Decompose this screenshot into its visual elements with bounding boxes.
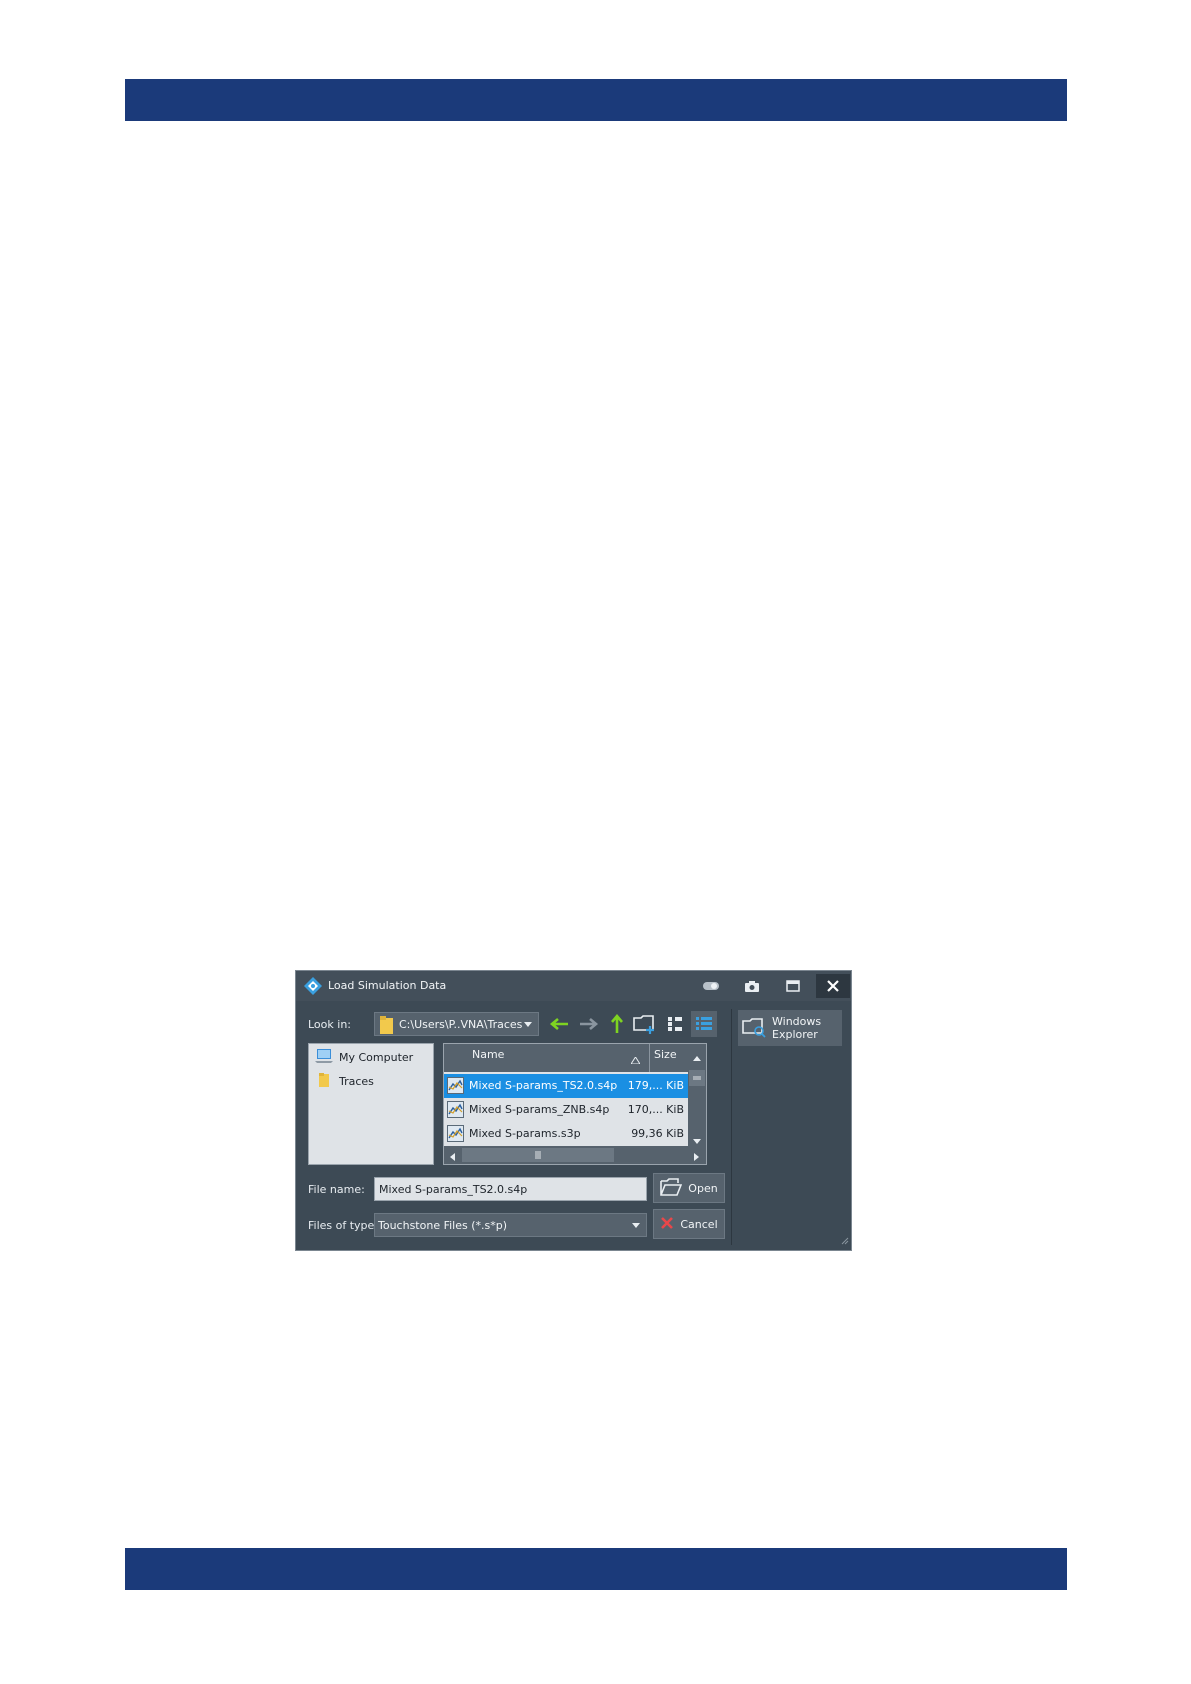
load-simulation-data-dialog: Load Simulation Data Look in: C:\Users\P… (295, 970, 852, 1251)
sort-ascending-icon (630, 1054, 641, 1067)
panel-separator (731, 1009, 732, 1245)
list-view-icon[interactable] (662, 1011, 688, 1037)
look-in-path: C:\Users\P..VNA\Traces (399, 1018, 523, 1031)
folder-tree: My Computer Traces (308, 1043, 434, 1165)
file-row[interactable]: Mixed S-params_TS2.0.s4p 179,... KiB (444, 1074, 688, 1098)
file-list-header: Name Size (444, 1044, 688, 1072)
folder-icon (379, 1015, 395, 1038)
files-of-type-value: Touchstone Files (*.s*p) (378, 1219, 508, 1232)
scroll-right-icon[interactable] (694, 1151, 699, 1164)
horizontal-scrollbar[interactable] (444, 1146, 706, 1164)
close-icon[interactable] (816, 974, 850, 998)
explorer-label-line1: Windows (772, 1015, 822, 1028)
open-button[interactable]: Open (653, 1173, 725, 1203)
explorer-folder-icon (742, 1016, 766, 1041)
files-of-type-label: Files of type: (308, 1219, 379, 1232)
open-button-label: Open (688, 1181, 718, 1195)
forward-arrow-icon[interactable] (576, 1011, 602, 1037)
windows-explorer-label: Windows Explorer (772, 1015, 821, 1041)
maximize-icon[interactable] (776, 974, 810, 998)
cancel-x-icon (660, 1216, 674, 1233)
dialog-title: Load Simulation Data (328, 979, 447, 992)
folder-icon (315, 1072, 333, 1091)
new-folder-icon[interactable] (632, 1011, 658, 1037)
file-name: Mixed S-params.s3p (469, 1127, 581, 1140)
scroll-up-icon[interactable] (693, 1051, 701, 1064)
file-row[interactable]: Mixed S-params_ZNB.s4p 170,... KiB (444, 1098, 688, 1122)
title-bar: Load Simulation Data (296, 971, 851, 1001)
file-name-label: File name: (308, 1183, 365, 1196)
computer-icon (315, 1048, 333, 1067)
column-header-name[interactable]: Name (472, 1048, 504, 1061)
file-size: 170,... KiB (627, 1103, 684, 1116)
explorer-label-line2: Explorer (772, 1028, 818, 1041)
cancel-button[interactable]: Cancel (653, 1209, 725, 1239)
screenshot-icon[interactable] (735, 974, 769, 998)
chevron-down-icon (524, 1022, 532, 1027)
up-folder-arrow-icon[interactable] (604, 1011, 630, 1037)
look-in-label: Look in: (308, 1018, 351, 1031)
horizontal-scroll-thumb[interactable] (462, 1148, 614, 1162)
open-folder-icon (660, 1177, 683, 1199)
footer-band (125, 1548, 1067, 1590)
vertical-scroll-thumb[interactable] (689, 1070, 705, 1086)
app-logo-icon (303, 976, 323, 996)
detail-view-icon[interactable] (691, 1011, 717, 1037)
toggle-icon[interactable] (694, 974, 728, 998)
tree-item-label: Traces (339, 1074, 374, 1088)
vertical-scrollbar[interactable] (688, 1044, 706, 1146)
file-name-value: Mixed S-params_TS2.0.s4p (379, 1183, 528, 1196)
windows-explorer-button[interactable]: Windows Explorer (738, 1010, 842, 1046)
tree-item-label: My Computer (339, 1050, 414, 1064)
header-band (125, 79, 1067, 121)
scroll-left-icon[interactable] (450, 1151, 455, 1164)
tree-item-traces[interactable]: Traces (315, 1071, 374, 1091)
file-list: Name Size Mixed S-params_TS2.0.s4p 179,.… (443, 1043, 707, 1165)
column-divider[interactable] (649, 1044, 650, 1072)
touchstone-file-icon (447, 1101, 464, 1121)
tree-item-my-computer[interactable]: My Computer (315, 1047, 413, 1067)
file-size: 179,... KiB (627, 1079, 684, 1092)
file-name-field[interactable]: Mixed S-params_TS2.0.s4p (374, 1177, 647, 1201)
file-row[interactable]: Mixed S-params.s3p 99,36 KiB (444, 1122, 688, 1146)
resize-grip-icon[interactable] (839, 1235, 849, 1248)
files-of-type-combo[interactable]: Touchstone Files (*.s*p) (374, 1213, 647, 1237)
chevron-down-icon (632, 1223, 640, 1228)
file-size: 99,36 KiB (631, 1127, 684, 1140)
file-name: Mixed S-params_ZNB.s4p (469, 1103, 610, 1116)
cancel-button-label: Cancel (680, 1217, 718, 1231)
file-name: Mixed S-params_TS2.0.s4p (469, 1079, 618, 1092)
touchstone-file-icon (447, 1125, 464, 1145)
back-arrow-icon[interactable] (546, 1011, 572, 1037)
column-header-size[interactable]: Size (654, 1048, 677, 1061)
touchstone-file-icon (447, 1077, 464, 1097)
look-in-combo[interactable]: C:\Users\P..VNA\Traces (374, 1012, 539, 1036)
